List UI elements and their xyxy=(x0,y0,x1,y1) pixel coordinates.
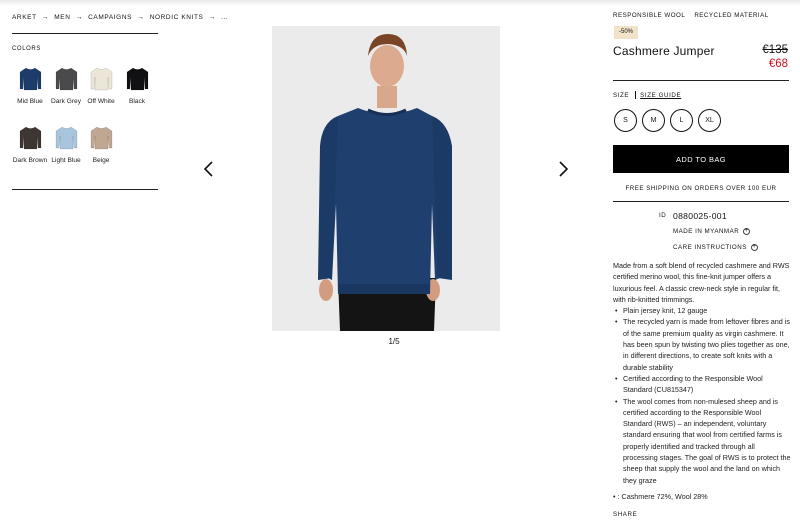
arrow-right-icon: → xyxy=(41,14,50,21)
color-swatch-mid-blue[interactable]: Mid Blue xyxy=(10,66,50,105)
composition: • : Cashmere 72%, Wool 28% xyxy=(613,492,708,501)
chevron-left-icon xyxy=(203,161,213,177)
divider xyxy=(12,33,158,34)
description-bullet: Plain jersey knit, 12 gauge xyxy=(613,305,791,317)
jumper-thumbnail xyxy=(125,66,150,91)
breadcrumb-item-arket[interactable]: ARKET xyxy=(12,14,37,21)
size-heading: SIZE SIZE GUIDE xyxy=(613,91,681,99)
made-in-toggle[interactable]: MADE IN MYANMAR + xyxy=(673,228,751,235)
color-swatch-label: Dark Grey xyxy=(50,98,82,105)
jumper-thumbnail xyxy=(54,66,79,91)
color-swatch-label: Dark Brown xyxy=(12,157,48,164)
color-swatch-dark-grey[interactable]: Dark Grey xyxy=(46,66,86,105)
gallery-next-button[interactable] xyxy=(555,160,571,178)
color-swatch-black[interactable]: Black xyxy=(117,66,157,105)
tag-responsible-wool: RESPONSIBLE WOOL xyxy=(613,12,686,19)
color-swatch-label: Mid Blue xyxy=(17,98,43,105)
care-instructions-toggle[interactable]: CARE INSTRUCTIONS + xyxy=(673,244,758,251)
color-swatch-light-blue[interactable]: Light Blue xyxy=(46,125,86,164)
top-shadow xyxy=(0,0,800,6)
original-price: €135 xyxy=(762,44,788,56)
divider xyxy=(613,201,789,202)
color-swatch-label: Black xyxy=(128,98,146,105)
description-intro: Made from a soft blend of recycled cashm… xyxy=(613,261,790,304)
care-instructions-label: CARE INSTRUCTIONS xyxy=(673,244,747,251)
divider xyxy=(12,189,158,190)
arrow-right-icon: → xyxy=(137,14,145,21)
description-bullet: The wool comes from non-mulesed sheep an… xyxy=(613,396,791,486)
made-in-label: MADE IN MYANMAR xyxy=(673,228,740,235)
product-title: Cashmere Jumper xyxy=(613,44,715,58)
size-option-xl[interactable]: XL xyxy=(698,109,721,132)
colors-heading: COLORS xyxy=(12,46,41,52)
size-option-l[interactable]: L xyxy=(670,109,693,132)
model-photo xyxy=(272,26,500,331)
jumper-thumbnail xyxy=(89,66,114,91)
breadcrumb-item-men[interactable]: MEN xyxy=(54,14,70,21)
breadcrumb-item-campaigns[interactable]: CAMPAIGNS xyxy=(88,14,132,21)
size-option-m[interactable]: M xyxy=(642,109,665,132)
discount-badge: -50% xyxy=(614,26,639,39)
jumper-thumbnail xyxy=(54,125,79,150)
color-swatch-off-white[interactable]: Off White xyxy=(81,66,121,105)
article-id-label: ID xyxy=(659,212,667,219)
jumper-thumbnail xyxy=(18,66,43,91)
size-label: SIZE xyxy=(613,91,630,99)
color-swatch-label: Light Blue xyxy=(51,157,81,164)
size-option-s[interactable]: S xyxy=(614,109,637,132)
sale-price: €68 xyxy=(768,58,788,70)
arrow-right-icon: → xyxy=(75,14,84,21)
color-swatch-label: Beige xyxy=(92,157,110,164)
size-guide-link[interactable]: SIZE GUIDE xyxy=(640,92,681,99)
description-bullet: Certified according to the Responsible W… xyxy=(613,373,791,396)
add-to-bag-button[interactable]: ADD TO BAG xyxy=(613,145,789,173)
breadcrumb-item-more[interactable]: ... xyxy=(221,14,228,21)
breadcrumb: ARKET → MEN → CAMPAIGNS → NORDIC KNITS →… xyxy=(12,14,228,21)
free-shipping-note: FREE SHIPPING ON ORDERS OVER 100 EUR xyxy=(625,185,777,192)
product-description: Made from a soft blend of recycled cashm… xyxy=(613,260,791,486)
jumper-thumbnail xyxy=(89,125,114,150)
composition-text: : Cashmere 72%, Wool 28% xyxy=(617,492,708,501)
product-tags: RESPONSIBLE WOOL RECYCLED MATERIAL xyxy=(613,12,769,19)
plus-icon: + xyxy=(750,244,758,251)
plus-icon: + xyxy=(743,228,751,235)
color-swatch-beige[interactable]: Beige xyxy=(81,125,121,164)
divider xyxy=(613,80,789,81)
share-button[interactable]: SHARE xyxy=(613,511,637,518)
tag-recycled-material: RECYCLED MATERIAL xyxy=(694,12,769,19)
color-swatch-label: Off White xyxy=(87,98,115,105)
chevron-right-icon xyxy=(559,161,569,177)
breadcrumb-item-nordic-knits[interactable]: NORDIC KNITS xyxy=(150,14,204,21)
separator xyxy=(635,91,637,99)
jumper-thumbnail xyxy=(18,125,43,150)
product-image[interactable] xyxy=(272,26,500,331)
gallery-prev-button[interactable] xyxy=(201,160,217,178)
color-swatch-dark-brown[interactable]: Dark Brown xyxy=(10,125,50,164)
arrow-right-icon: → xyxy=(208,14,217,21)
description-bullet: The recycled yarn is made from leftover … xyxy=(613,316,791,372)
gallery-pager: 1/5 xyxy=(388,337,400,346)
article-id-value: 0880025-001 xyxy=(673,211,727,221)
